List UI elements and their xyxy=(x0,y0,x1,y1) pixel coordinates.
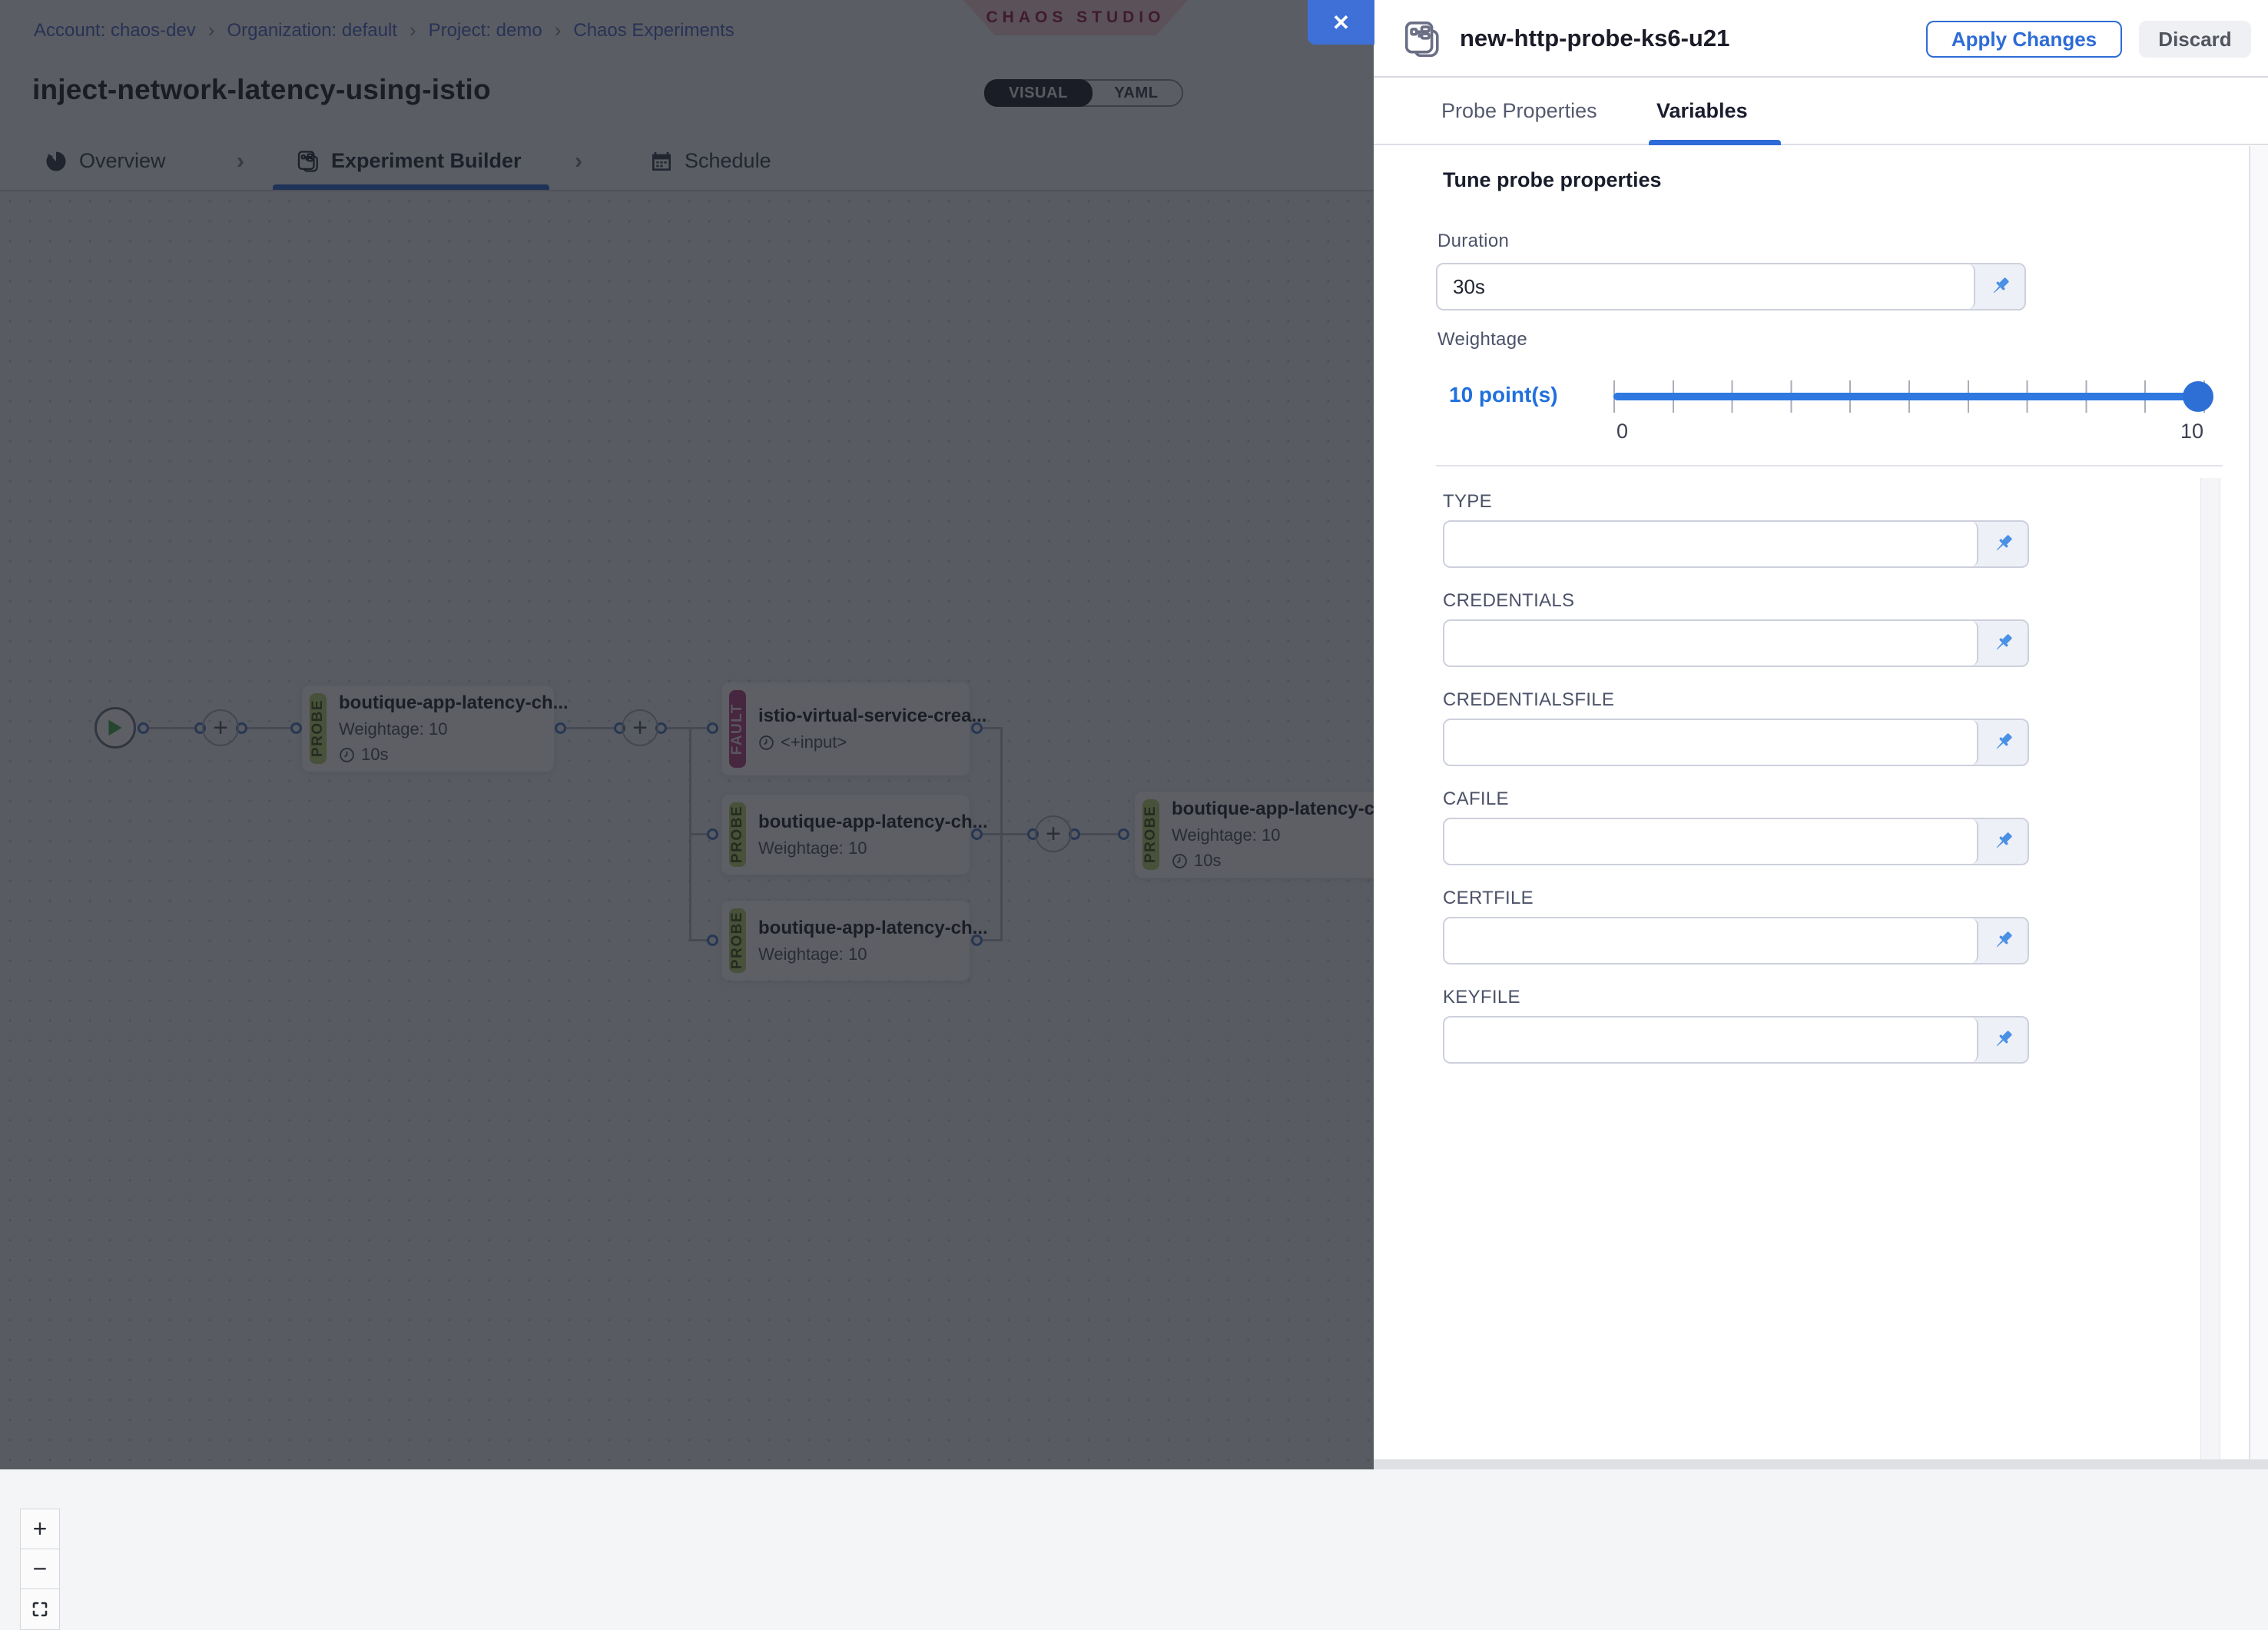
variable-label-credentials: CREDENTIALS xyxy=(1443,590,1574,612)
pin-icon xyxy=(1991,730,2015,755)
apply-changes-button[interactable]: Apply Changes xyxy=(1926,21,2122,58)
canvas-zoom-controls: + − xyxy=(20,1509,60,1630)
variables-scrollbar[interactable] xyxy=(2200,478,2220,1459)
weightage-slider-track[interactable] xyxy=(1613,393,2203,400)
tab-variables[interactable]: Variables xyxy=(1656,78,1748,144)
close-icon: ✕ xyxy=(1332,10,1350,35)
zoom-in-button[interactable]: + xyxy=(21,1509,59,1549)
pin-icon xyxy=(1991,631,2015,656)
drawer-scrollbar[interactable] xyxy=(2249,146,2268,1469)
variable-input-certfile[interactable] xyxy=(1444,918,1978,963)
weightage-label: Weightage xyxy=(1437,329,1527,350)
variable-label-certfile: CERTFILE xyxy=(1443,888,1534,909)
pin-runtime-input-button[interactable] xyxy=(1978,522,2028,566)
variable-label-credentialsfile: CREDENTIALSFILE xyxy=(1443,689,1614,711)
variable-label-type: TYPE xyxy=(1443,491,1492,513)
drawer-header: new-http-probe-ks6-u21 Apply Changes Dis… xyxy=(1374,0,2268,78)
pin-icon xyxy=(1991,829,2015,854)
variable-field-group xyxy=(1443,917,2029,964)
duration-field-group xyxy=(1436,263,2026,310)
pin-runtime-input-button[interactable] xyxy=(1975,264,2024,309)
active-tab-underline xyxy=(1649,140,1781,145)
pin-runtime-input-button[interactable] xyxy=(1978,918,2028,963)
drawer-horizontal-scrollbar[interactable] xyxy=(1374,1459,2268,1469)
drawer-close-button[interactable]: ✕ xyxy=(1308,0,1374,45)
variable-input-type[interactable] xyxy=(1444,522,1978,566)
pin-icon xyxy=(1991,532,2015,556)
discard-button[interactable]: Discard xyxy=(2139,21,2251,58)
weightage-value: 10 point(s) xyxy=(1449,383,1558,407)
variable-input-keyfile[interactable] xyxy=(1444,1018,1978,1062)
variable-field-group xyxy=(1443,719,2029,766)
tab-probe-properties[interactable]: Probe Properties xyxy=(1441,78,1597,144)
weightage-slider-handle[interactable] xyxy=(2183,381,2213,412)
slider-min-label: 0 xyxy=(1616,420,1628,443)
pin-runtime-input-button[interactable] xyxy=(1978,1018,2028,1062)
duration-label: Duration xyxy=(1437,231,1509,252)
pin-runtime-input-button[interactable] xyxy=(1978,819,2028,864)
pin-icon xyxy=(1991,1027,2015,1052)
fullscreen-button[interactable] xyxy=(21,1589,59,1629)
zoom-out-button[interactable]: − xyxy=(21,1549,59,1589)
app-root: Account: chaos-dev › Organization: defau… xyxy=(0,0,2268,1469)
pin-runtime-input-button[interactable] xyxy=(1978,621,2028,666)
drawer-tabs: Probe Properties Variables xyxy=(1374,78,2268,145)
variable-label-cafile: CAFILE xyxy=(1443,788,1509,810)
variable-field-group xyxy=(1443,520,2029,568)
pin-runtime-input-button[interactable] xyxy=(1978,720,2028,765)
probe-document-icon xyxy=(1401,18,1443,60)
divider xyxy=(1436,465,2223,466)
variable-input-credentials[interactable] xyxy=(1444,621,1978,666)
pin-icon xyxy=(1991,928,2015,953)
modal-scrim xyxy=(0,0,1374,1469)
probe-config-drawer: new-http-probe-ks6-u21 Apply Changes Dis… xyxy=(1374,0,2268,1469)
probe-name-title: new-http-probe-ks6-u21 xyxy=(1460,25,1729,52)
pin-icon xyxy=(1988,274,2012,299)
fullscreen-icon xyxy=(31,1600,49,1618)
variable-field-group xyxy=(1443,619,2029,667)
slider-max-label: 10 xyxy=(2157,420,2203,443)
variable-field-group xyxy=(1443,818,2029,865)
section-title: Tune probe properties xyxy=(1443,168,1662,192)
variable-input-credentialsfile[interactable] xyxy=(1444,720,1978,765)
variable-input-cafile[interactable] xyxy=(1444,819,1978,864)
variable-label-keyfile: KEYFILE xyxy=(1443,987,1520,1008)
variable-field-group xyxy=(1443,1016,2029,1064)
duration-input[interactable] xyxy=(1437,264,1975,309)
